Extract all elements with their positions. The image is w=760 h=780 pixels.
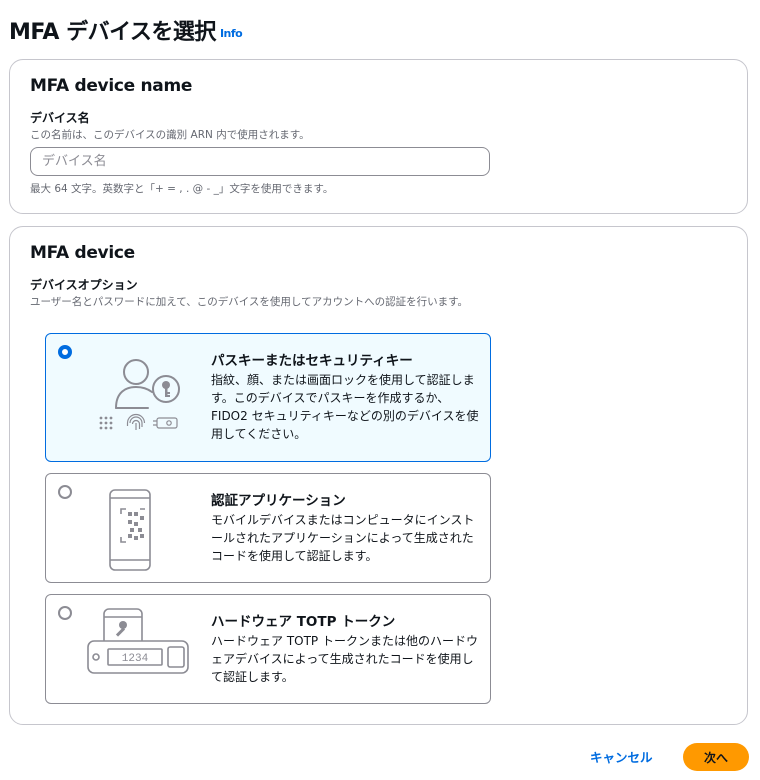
option-passkey-title: パスキーまたはセキュリティキー — [211, 353, 413, 369]
device-name-constraint: 最大 64 文字。英数字と「+ = , . @ - _」文字を使用できます。 — [30, 183, 334, 195]
page-title: MFA デバイスを選択 Info — [9, 14, 243, 46]
token-display-digits: 1234 — [122, 653, 149, 665]
device-name-panel: MFA device name デバイス名 この名前は、このデバイスの識別 AR… — [9, 59, 748, 214]
device-option-panel: MFA device デバイスオプション ユーザー名とパスワードに加えて、このデ… — [9, 226, 748, 725]
option-passkey-radio[interactable] — [58, 345, 72, 359]
option-hardware-token-description: ハードウェア TOTP トークンまたは他のハードウェアデバイスによって生成された… — [211, 634, 478, 684]
option-hardware-token-title: ハードウェア TOTP トークン — [211, 614, 396, 630]
option-authenticator-app-radio[interactable] — [58, 485, 72, 499]
device-name-section-title: MFA device name — [30, 76, 193, 96]
next-button[interactable]: 次へ — [683, 743, 749, 771]
device-section-title: MFA device — [30, 243, 135, 263]
option-hardware-token[interactable]: 1234 ハードウェア TOTP トークン ハードウェア TOTP トークンまた… — [45, 594, 491, 704]
option-passkey[interactable]: パスキーまたはセキュリティキー 指紋、顔、または画面ロックを使用して認証します。… — [45, 333, 491, 462]
option-authenticator-app-description: モバイルデバイスまたはコンピュータにインストールされたアプリケーションによって生… — [211, 513, 475, 563]
device-options-label: デバイスオプション — [30, 278, 138, 292]
page-title-text: MFA デバイスを選択 — [9, 20, 216, 45]
device-name-label: デバイス名 — [30, 111, 90, 125]
option-hardware-token-radio[interactable] — [58, 606, 72, 620]
hardware-token-icon: 1234 — [87, 608, 189, 674]
info-link[interactable]: Info — [220, 27, 243, 40]
cancel-button[interactable]: キャンセル — [590, 747, 653, 766]
device-options-description: ユーザー名とパスワードに加えて、このデバイスを使用してアカウントへの認証を行いま… — [30, 296, 469, 308]
device-name-input[interactable] — [30, 147, 490, 176]
option-passkey-description: 指紋、顔、または画面ロックを使用して認証します。このデバイスでパスキーを作成する… — [211, 373, 479, 441]
device-name-description: この名前は、このデバイスの識別 ARN 内で使用されます。 — [30, 129, 310, 141]
option-authenticator-app[interactable]: 認証アプリケーション モバイルデバイスまたはコンピュータにインストールされたアプ… — [45, 473, 491, 583]
passkey-icon — [99, 359, 180, 430]
option-authenticator-app-title: 認証アプリケーション — [211, 493, 346, 509]
authenticator-app-icon — [109, 489, 151, 571]
